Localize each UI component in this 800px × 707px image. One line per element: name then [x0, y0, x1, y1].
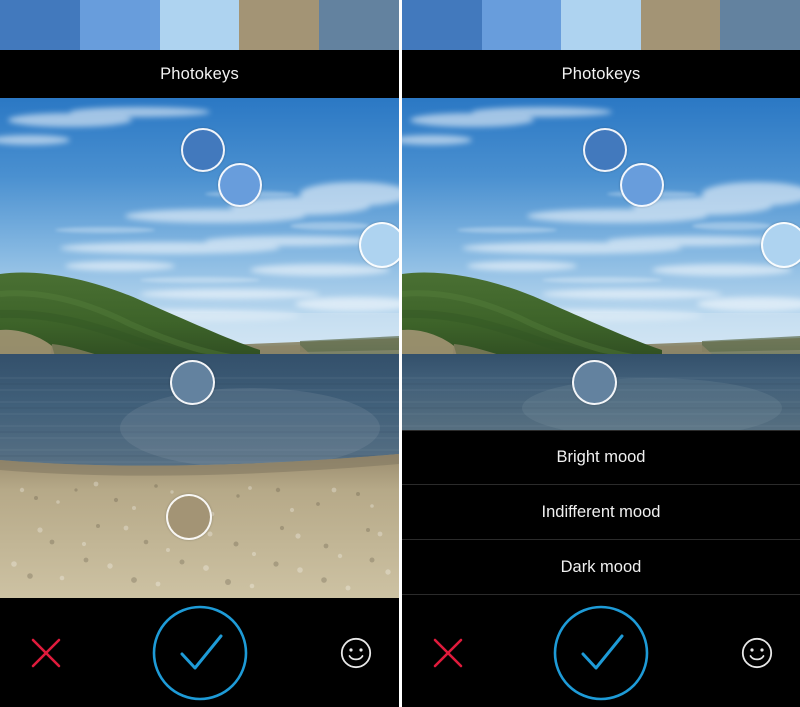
app-title-bar-right: Photokeys [402, 50, 800, 98]
app-title-bar: Photokeys [0, 50, 399, 98]
key-dot-pale-sky-blue[interactable] [359, 222, 399, 268]
cancel-button-right[interactable] [430, 635, 466, 671]
cancel-button[interactable] [28, 635, 64, 671]
swatch-sand-tan-right[interactable] [640, 0, 721, 50]
close-x-icon [433, 638, 463, 667]
screen-right: Photokeys Bright mood Indifferent mood D… [402, 0, 800, 707]
smiley-face-icon [741, 637, 773, 668]
palette-swatch-strip-right [402, 0, 800, 50]
mood-button-right[interactable] [741, 637, 773, 669]
key-dot-mid-sky-blue[interactable] [218, 163, 262, 207]
key-dot-slate-water-blue-right[interactable] [572, 360, 617, 405]
mood-menu-item-indifferent[interactable]: Indifferent mood [402, 485, 800, 540]
mood-menu-item-label: Indifferent mood [541, 502, 661, 521]
app-title: Photokeys [160, 64, 239, 83]
key-dot-deep-sky-blue-right[interactable] [583, 128, 627, 172]
screenshot-root: Photokeys Photokeys Bright mood Indiffer… [0, 0, 800, 707]
photo-canvas[interactable] [0, 98, 399, 598]
mood-menu: Bright mood Indifferent mood Dark mood [402, 430, 800, 595]
screen-left: Photokeys [0, 0, 399, 707]
key-dot-pale-sky-blue-right[interactable] [761, 222, 800, 268]
swatch-deep-sky-blue-right[interactable] [402, 0, 482, 50]
palette-swatch-strip [0, 0, 399, 50]
accept-button-right[interactable] [552, 604, 650, 702]
check-circle-icon [152, 605, 247, 700]
mood-menu-item-dark[interactable]: Dark mood [402, 540, 800, 595]
swatch-slate-water-blue[interactable] [319, 0, 399, 50]
key-dot-sand-tan[interactable] [166, 494, 212, 540]
photo-canvas-right[interactable] [402, 98, 800, 430]
swatch-mid-sky-blue[interactable] [79, 0, 160, 50]
check-circle-icon [553, 605, 649, 700]
bottom-toolbar [0, 598, 399, 707]
swatch-slate-water-blue-right[interactable] [720, 0, 800, 50]
swatch-pale-sky-blue-right[interactable] [561, 0, 641, 50]
mood-button[interactable] [340, 637, 372, 669]
mood-menu-item-bright[interactable]: Bright mood [402, 430, 800, 485]
app-title-right: Photokeys [561, 64, 641, 83]
bottom-toolbar-right [402, 598, 800, 707]
accept-button[interactable] [151, 604, 249, 702]
swatch-pale-sky-blue[interactable] [159, 0, 240, 50]
swatch-sand-tan[interactable] [239, 0, 320, 50]
close-x-icon [31, 638, 61, 667]
mood-menu-item-label: Dark mood [560, 557, 642, 576]
key-dot-slate-water-blue[interactable] [170, 360, 215, 405]
swatch-mid-sky-blue-right[interactable] [481, 0, 562, 50]
swatch-deep-sky-blue[interactable] [0, 0, 80, 50]
key-dot-deep-sky-blue[interactable] [181, 128, 225, 172]
smiley-face-icon [340, 637, 372, 668]
key-dot-mid-sky-blue-right[interactable] [620, 163, 664, 207]
mood-menu-item-label: Bright mood [556, 448, 646, 466]
